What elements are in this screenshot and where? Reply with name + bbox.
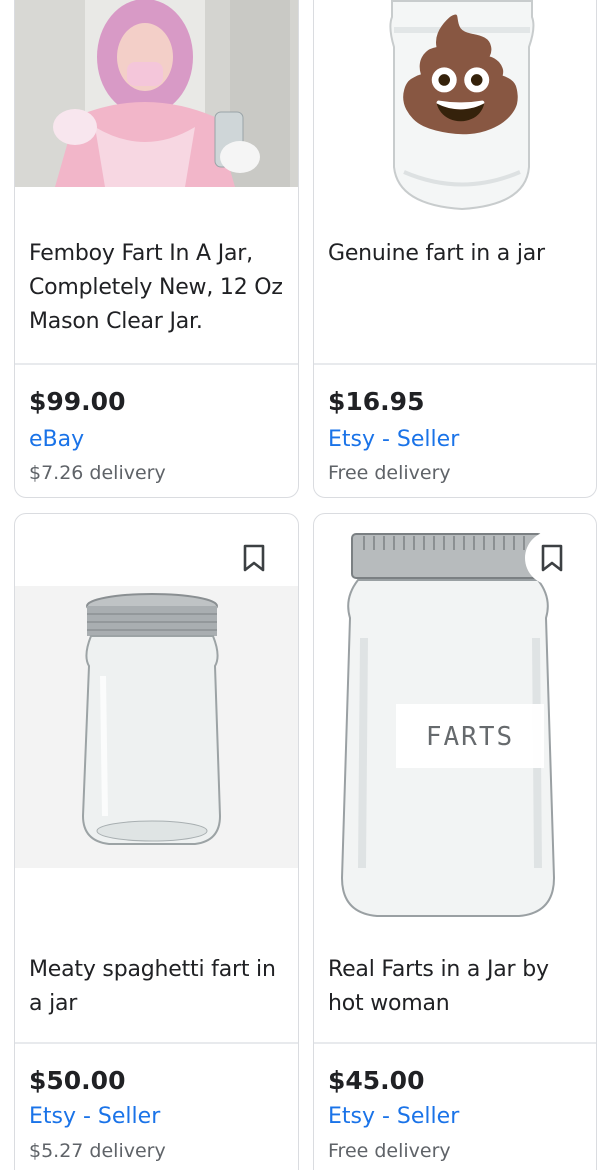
jar-label-text: FARTS bbox=[425, 722, 515, 752]
seller-link[interactable]: eBay bbox=[29, 427, 84, 452]
product-price: $50.00 bbox=[29, 1066, 126, 1095]
product-card[interactable]: Meaty spaghetti fart in a jar $50.00 Ets… bbox=[14, 513, 299, 1170]
bookmark-icon bbox=[541, 544, 563, 572]
product-card[interactable]: 💩 Genuine fart in a jar $16.95 Etsy - Se… bbox=[313, 0, 597, 498]
product-price: $99.00 bbox=[29, 387, 126, 416]
bookmark-icon bbox=[243, 544, 265, 572]
product-image[interactable] bbox=[15, 586, 298, 868]
seller-link[interactable]: Etsy - Seller bbox=[29, 1104, 160, 1129]
card-divider bbox=[15, 363, 298, 365]
seller-link[interactable]: Etsy - Seller bbox=[328, 427, 459, 452]
delivery-info: Free delivery bbox=[328, 462, 451, 484]
product-card[interactable]: Femboy Fart In A Jar, Completely New, 12… bbox=[14, 0, 299, 498]
product-title[interactable]: Meaty spaghetti fart in a jar bbox=[29, 953, 284, 1021]
product-price: $16.95 bbox=[328, 387, 425, 416]
product-card[interactable]: FARTS Real Farts in a Jar by hot woman $… bbox=[313, 513, 597, 1170]
delivery-info: $7.26 delivery bbox=[29, 462, 166, 484]
product-title[interactable]: Genuine fart in a jar bbox=[328, 237, 582, 271]
seller-link[interactable]: Etsy - Seller bbox=[328, 1104, 459, 1129]
product-price: $45.00 bbox=[328, 1066, 425, 1095]
product-image[interactable] bbox=[15, 0, 298, 187]
product-title[interactable]: Real Farts in a Jar by hot woman bbox=[328, 953, 582, 1021]
card-divider bbox=[314, 1042, 596, 1044]
card-divider bbox=[15, 1042, 298, 1044]
product-image[interactable]: FARTS bbox=[314, 528, 596, 928]
delivery-info: $5.27 delivery bbox=[29, 1140, 166, 1162]
bookmark-button[interactable] bbox=[525, 531, 579, 585]
card-divider bbox=[314, 363, 596, 365]
product-image[interactable]: 💩 bbox=[314, 0, 596, 212]
bookmark-button[interactable] bbox=[227, 531, 281, 585]
product-title[interactable]: Femboy Fart In A Jar, Completely New, 12… bbox=[29, 237, 284, 339]
delivery-info: Free delivery bbox=[328, 1140, 451, 1162]
poop-emoji-icon: 💩 bbox=[392, 13, 529, 136]
